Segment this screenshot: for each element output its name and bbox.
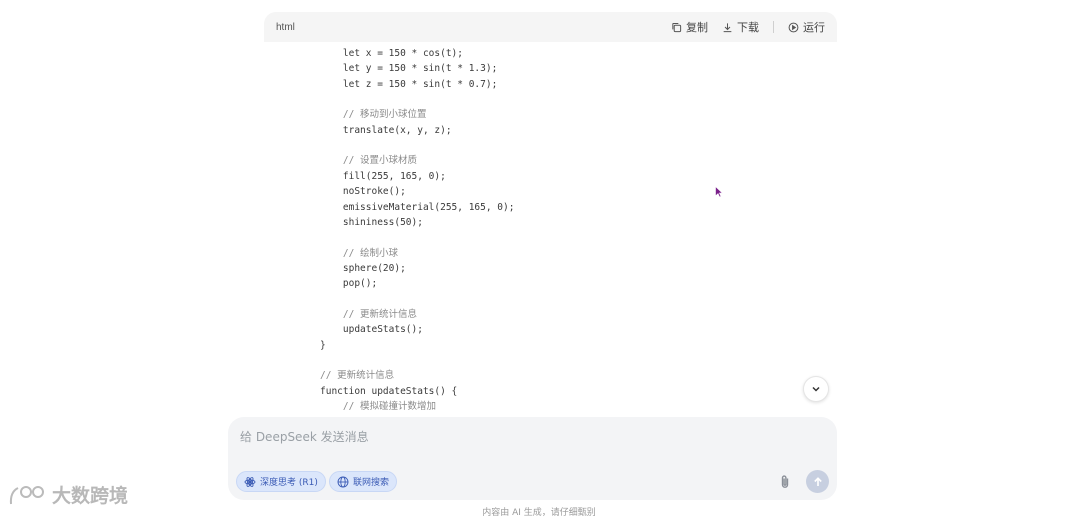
code-line: translate(x, y, z); (320, 124, 452, 136)
code-line: sphere(20); (320, 262, 406, 274)
code-block-actions: 复制 下载 运行 (671, 19, 825, 35)
code-block: html 复制 下载 运行 let x = 150 * cos(t); let … (264, 12, 837, 416)
scroll-to-bottom-button[interactable] (803, 376, 829, 402)
run-label: 运行 (803, 21, 825, 34)
code-line: // 模拟碰撞计数增加 (320, 401, 437, 413)
code-line: function updateStats() { (320, 385, 458, 397)
download-icon (723, 22, 732, 32)
mouse-cursor-icon (715, 186, 723, 198)
code-line: shininess(50); (320, 216, 423, 228)
watermark: 大数跨境 (8, 481, 128, 508)
copy-label: 复制 (686, 21, 708, 34)
message-input[interactable] (238, 425, 762, 449)
code-line: // 更新统计信息 (320, 308, 418, 320)
paperclip-icon[interactable] (776, 473, 794, 491)
code-line: // 移动到小球位置 (320, 109, 427, 121)
run-button[interactable]: 运行 (788, 19, 825, 35)
header-divider (773, 21, 774, 33)
deep-think-toggle[interactable]: 深度思考 (R1) (236, 471, 326, 492)
code-line: emissiveMaterial(255, 165, 0); (320, 201, 515, 213)
code-line: // 设置小球材质 (320, 155, 418, 167)
download-button[interactable]: 下载 (722, 19, 759, 35)
web-search-toggle[interactable]: 联网搜索 (329, 471, 398, 492)
code-line: let z = 150 * sin(t * 0.7); (320, 78, 498, 90)
code-line: let y = 150 * sin(t * 1.3); (320, 63, 498, 75)
code-line: let x = 150 * cos(t); (320, 48, 463, 59)
code-line: // 绘制小球 (320, 247, 399, 259)
code-line: pop(); (320, 278, 378, 290)
web-search-label: 联网搜索 (353, 478, 390, 488)
code-line: updateStats(); (320, 324, 423, 336)
disclaimer-text: 内容由 AI 生成，请仔细甄别 (482, 508, 596, 518)
code-line: fill(255, 165, 0); (320, 170, 446, 182)
watermark-logo-icon (9, 485, 44, 504)
watermark-text: 大数跨境 (52, 485, 129, 507)
arrow-up-icon (813, 476, 822, 486)
globe-icon (337, 476, 349, 487)
chevron-down-icon (812, 386, 820, 392)
code-language-label: html (276, 21, 295, 33)
send-button[interactable] (806, 470, 829, 493)
code-block-header: html 复制 下载 运行 (264, 12, 837, 42)
copy-button[interactable]: 复制 (671, 19, 708, 35)
download-label: 下载 (737, 21, 759, 34)
code-line: // 更新统计信息 (320, 370, 395, 382)
atom-icon (244, 476, 256, 487)
code-line: noStroke(); (320, 186, 406, 198)
play-icon (788, 22, 799, 32)
copy-icon (672, 22, 682, 32)
code-line: } (320, 339, 326, 351)
deep-think-label: 深度思考 (R1) (260, 478, 318, 488)
